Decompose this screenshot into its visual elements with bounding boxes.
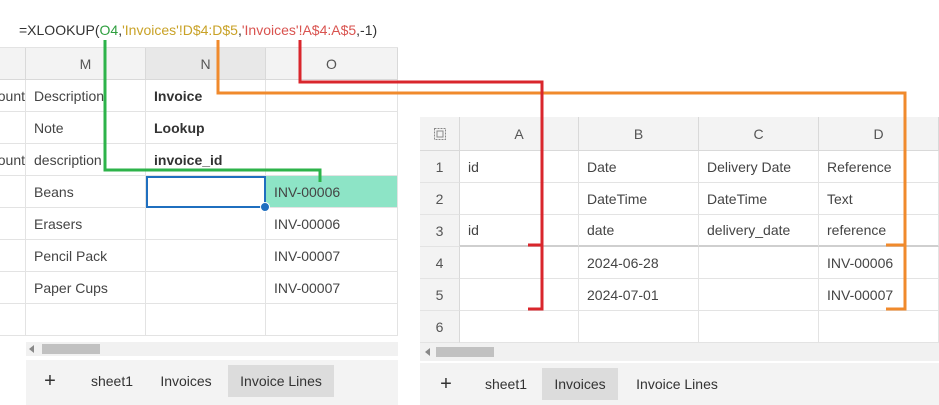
horizontal-scrollbar[interactable] (420, 343, 939, 361)
plus-icon[interactable]: + (428, 368, 464, 400)
row-number[interactable]: 5 (420, 279, 460, 311)
cell-o6[interactable]: INV-00007 (266, 240, 398, 272)
cell-n7[interactable] (146, 272, 266, 304)
tab-invoices[interactable]: Invoices (542, 368, 618, 400)
cell-partial[interactable]: ount (0, 144, 26, 176)
column-header-m[interactable]: M (26, 48, 146, 80)
cell-m2[interactable]: Note (26, 112, 146, 144)
cell-b6[interactable] (579, 311, 699, 343)
cell-partial[interactable] (0, 208, 26, 240)
column-header-n[interactable]: N (146, 48, 266, 80)
cell-partial[interactable] (0, 176, 26, 208)
cell-partial[interactable] (0, 272, 26, 304)
formula-text: =XLOOKUP(O4,'Invoices'!D$4:D$5,'Invoices… (19, 22, 377, 38)
cell-b5[interactable]: 2024-07-01 (579, 279, 699, 311)
cell-d4[interactable]: INV-00006 (819, 247, 939, 279)
cell-o2[interactable] (266, 112, 398, 144)
tab-invoices[interactable]: Invoices (148, 365, 224, 397)
cell-d2[interactable]: Text (819, 183, 939, 215)
tab-sheet1[interactable]: sheet1 (472, 368, 540, 400)
row-number[interactable]: 6 (420, 311, 460, 343)
cell-m5[interactable]: Erasers (26, 208, 146, 240)
formula-prefix: =XLOOKUP( (19, 22, 100, 38)
cell-d3[interactable]: reference (819, 215, 939, 247)
selection-fill-handle[interactable] (260, 202, 270, 212)
row-number[interactable]: 3 (420, 215, 460, 247)
cell-m4[interactable]: Beans (26, 176, 146, 208)
right-spreadsheet: A B C D 1 2 3 4 5 6 id Date Delivery Dat… (420, 117, 939, 405)
cell-o4-highlighted[interactable]: INV-00006 (266, 176, 398, 208)
formula-suffix: ,-1) (356, 22, 378, 38)
selection-box (146, 176, 266, 208)
sheet-tab-bar: + sheet1 Invoices Invoice Lines (26, 360, 398, 405)
cell-n2[interactable]: Lookup (146, 112, 266, 144)
column-header-b[interactable]: B (579, 117, 699, 151)
cell-c5[interactable] (699, 279, 819, 311)
cell-n5[interactable] (146, 208, 266, 240)
column-header-a[interactable]: A (460, 117, 579, 151)
cell-partial[interactable]: ount (0, 80, 26, 112)
plus-icon[interactable]: + (32, 365, 68, 397)
select-all-icon[interactable] (420, 117, 460, 151)
cell-a6[interactable] (460, 311, 579, 343)
cell-m1[interactable]: Description (26, 80, 146, 112)
sheet-tab-bar: + sheet1 Invoices Invoice Lines (420, 363, 939, 405)
row-number[interactable]: 2 (420, 183, 460, 215)
scrollbar-thumb[interactable] (42, 344, 100, 354)
column-header-partial[interactable] (0, 48, 26, 80)
cell-empty[interactable] (146, 304, 266, 336)
horizontal-scrollbar[interactable] (26, 342, 398, 356)
caret-left-icon[interactable] (29, 345, 34, 353)
cell-a4[interactable] (460, 247, 579, 279)
cell-d5[interactable]: INV-00007 (819, 279, 939, 311)
cell-d1[interactable]: Reference (819, 151, 939, 183)
cell-b4[interactable]: 2024-06-28 (579, 247, 699, 279)
tab-sheet1[interactable]: sheet1 (78, 365, 146, 397)
cell-d6[interactable] (819, 311, 939, 343)
cell-m6[interactable]: Pencil Pack (26, 240, 146, 272)
cell-empty[interactable] (0, 304, 26, 336)
cell-o1[interactable] (266, 80, 398, 112)
cell-c4[interactable] (699, 247, 819, 279)
column-header-c[interactable]: C (699, 117, 819, 151)
row-number[interactable]: 1 (420, 151, 460, 183)
cell-m7[interactable]: Paper Cups (26, 272, 146, 304)
cell-n1[interactable]: Invoice (146, 80, 266, 112)
cell-c2[interactable]: DateTime (699, 183, 819, 215)
cell-m3[interactable]: description (26, 144, 146, 176)
cell-c6[interactable] (699, 311, 819, 343)
column-header-d[interactable]: D (819, 117, 939, 151)
row-number[interactable]: 4 (420, 247, 460, 279)
scrollbar-thumb[interactable] (436, 347, 494, 357)
cell-a5[interactable] (460, 279, 579, 311)
cell-partial[interactable] (0, 112, 26, 144)
cell-a3[interactable]: id (460, 215, 579, 247)
cell-n6[interactable] (146, 240, 266, 272)
cell-a2[interactable] (460, 183, 579, 215)
cell-c1[interactable]: Delivery Date (699, 151, 819, 183)
tab-invoice-lines[interactable]: Invoice Lines (228, 365, 334, 397)
left-spreadsheet: =XLOOKUP(O4,'Invoices'!D$4:D$5,'Invoices… (0, 0, 398, 405)
select-all-icon-glyph (433, 127, 446, 140)
cell-o5[interactable]: INV-00006 (266, 208, 398, 240)
cell-b3[interactable]: date (579, 215, 699, 247)
formula-arg-2: 'Invoices'!D$4:D$5 (122, 22, 238, 38)
column-header-o[interactable]: O (266, 48, 398, 80)
formula-bar[interactable]: =XLOOKUP(O4,'Invoices'!D$4:D$5,'Invoices… (0, 14, 398, 48)
cell-b2[interactable]: DateTime (579, 183, 699, 215)
cell-partial[interactable] (0, 240, 26, 272)
cell-a1[interactable]: id (460, 151, 579, 183)
cell-b1[interactable]: Date (579, 151, 699, 183)
cell-empty[interactable] (26, 304, 146, 336)
cell-o3[interactable] (266, 144, 398, 176)
cell-o7[interactable]: INV-00007 (266, 272, 398, 304)
formula-arg-1: O4 (99, 22, 119, 38)
tab-invoice-lines[interactable]: Invoice Lines (624, 368, 730, 400)
cell-c3[interactable]: delivery_date (699, 215, 819, 247)
cell-n3[interactable]: invoice_id (146, 144, 266, 176)
cell-empty[interactable] (266, 304, 398, 336)
formula-arg-3: 'Invoices'!A$4:A$5 (241, 22, 357, 38)
caret-left-icon[interactable] (425, 348, 430, 356)
